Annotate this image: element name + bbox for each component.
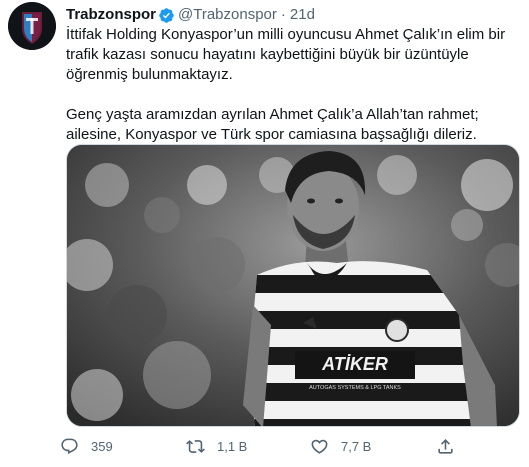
share-button[interactable]: [436, 436, 455, 456]
like-button[interactable]: 7,7 B: [310, 436, 371, 456]
retweet-count: 1,1 B: [217, 438, 248, 454]
avatar[interactable]: [8, 2, 56, 50]
share-icon: [438, 438, 453, 454]
author-name[interactable]: Trabzonspor: [66, 5, 156, 25]
retweet-icon: [186, 439, 205, 453]
header-separator: ·: [280, 6, 286, 23]
jersey-sponsor-text: ATİKER: [321, 354, 388, 374]
tweet-timestamp[interactable]: 21d: [290, 5, 315, 25]
trabzonspor-logo-icon: [8, 2, 56, 50]
tweet-actions: 359 1,1 B 7,7 B: [60, 436, 520, 456]
tweet-photo[interactable]: ATİKER AUTOGAS SYSTEMS & LPG TANKS: [66, 144, 520, 427]
jersey-sponsor-sub: AUTOGAS SYSTEMS & LPG TANKS: [309, 385, 401, 391]
retweet-button[interactable]: 1,1 B: [186, 436, 247, 456]
tweet-text: İttifak Holding Konyaspor’un milli oyunc…: [66, 25, 521, 145]
verified-badge-icon: [159, 7, 174, 23]
author-handle[interactable]: @Trabzonspor: [178, 5, 277, 25]
heart-icon: [311, 439, 328, 454]
tweet-paragraph: Genç yaşta aramızdan ayrılan Ahmet Çalık…: [66, 106, 479, 143]
reply-button[interactable]: 359: [60, 436, 113, 456]
like-count: 7,7 B: [341, 438, 372, 454]
reply-count: 359: [91, 438, 113, 454]
tweet-header: Trabzonspor @Trabzonspor · 21d: [66, 5, 521, 25]
tweet-paragraph: İttifak Holding Konyaspor’un milli oyunc…: [66, 26, 506, 83]
reply-icon: [61, 438, 78, 454]
tweet[interactable]: Trabzonspor @Trabzonspor · 21d İttifak H…: [0, 0, 529, 467]
player-photo: ATİKER AUTOGAS SYSTEMS & LPG TANKS: [67, 145, 519, 426]
